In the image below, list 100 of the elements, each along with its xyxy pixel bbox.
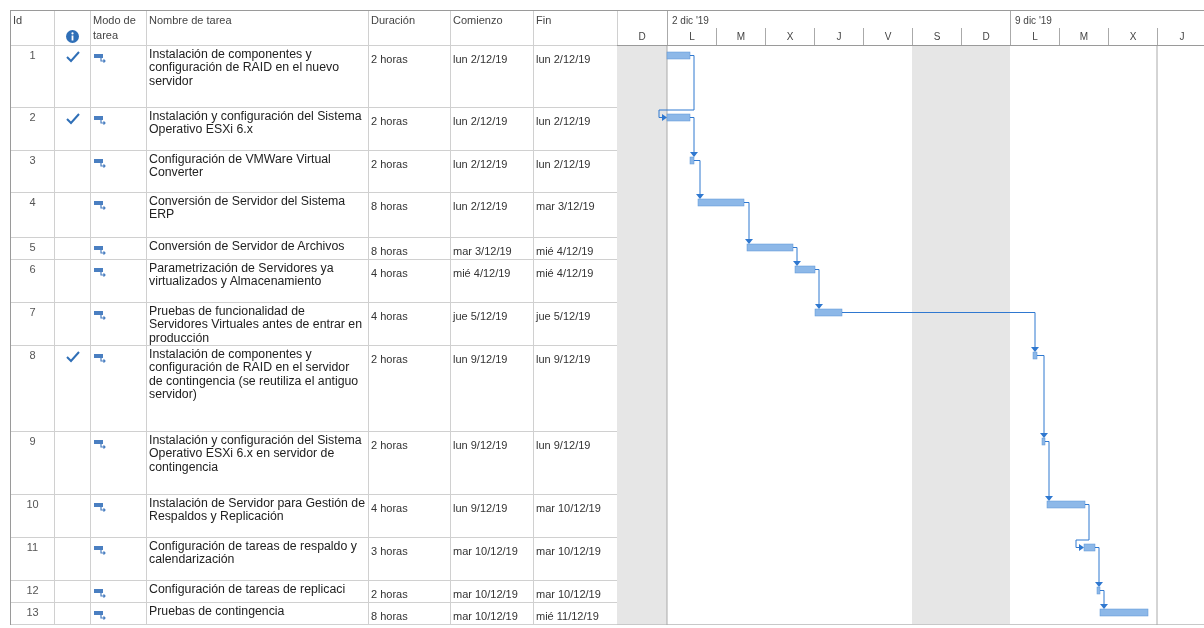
- row-id: 3: [28, 154, 37, 166]
- task-mode-icon: [94, 546, 107, 555]
- dependency-arrow: [1094, 547, 1103, 587]
- column-header[interactable]: Nombre de tarea: [149, 13, 232, 28]
- end-date-cell: lun 9/12/19: [536, 353, 591, 365]
- task-mode-icon: [94, 116, 107, 125]
- task-mode-icon: [94, 246, 107, 255]
- start-date-cell: lun 9/12/19: [453, 439, 508, 451]
- task-mode-icon: [94, 440, 107, 449]
- task-bar[interactable]: [746, 243, 794, 252]
- start-date-cell: lun 9/12/19: [453, 502, 508, 514]
- end-date-cell: jue 5/12/19: [536, 310, 591, 322]
- task-bar[interactable]: [689, 156, 695, 165]
- start-date-cell: lun 2/12/19: [453, 115, 508, 127]
- task-name: Configuración de VMWare Virtual Converter: [149, 153, 332, 180]
- day-label: L: [689, 31, 695, 42]
- task-bar[interactable]: [794, 265, 816, 274]
- end-date-cell: lun 2/12/19: [536, 115, 591, 127]
- day-label: S: [933, 31, 941, 42]
- end-date-cell: lun 2/12/19: [536, 158, 591, 170]
- task-bar[interactable]: [1099, 608, 1149, 617]
- end-date-cell: mar 10/12/19: [536, 502, 601, 514]
- day-label: J: [836, 31, 842, 42]
- duration-cell: 2 horas: [371, 588, 408, 600]
- start-date-cell: mié 4/12/19: [453, 267, 511, 279]
- duration-cell: 4 horas: [371, 267, 408, 279]
- start-date-cell: jue 5/12/19: [453, 310, 508, 322]
- row-id: 1: [28, 49, 37, 61]
- task-bar[interactable]: [1046, 500, 1086, 509]
- dependency-arrow: [1075, 504, 1090, 551]
- duration-cell: 2 horas: [371, 353, 408, 365]
- task-bar[interactable]: [1096, 586, 1101, 595]
- task-name: Instalación de componentes y configuración de RAID en el nuevo servidor: [149, 48, 341, 89]
- task-bar[interactable]: [697, 198, 745, 207]
- day-label: X: [786, 31, 794, 42]
- task-mode-icon: [94, 503, 107, 512]
- day-label: L: [1032, 31, 1038, 42]
- task-mode-icon: [94, 54, 107, 63]
- end-date-cell: mié 11/12/19: [536, 610, 599, 622]
- row-id: 2: [28, 111, 37, 123]
- task-bar[interactable]: [1083, 543, 1096, 552]
- task-mode-icon: [94, 589, 107, 598]
- task-name: Instalación y configuración del Sistema Operativo ESXi 6.x: [149, 110, 363, 137]
- day-label: D: [982, 31, 990, 42]
- dependency-arrow: [814, 269, 823, 309]
- task-name: Instalación de componentes y configuración de RAID en el servidor de contingencia (se reutiliza el antiguo servidor): [149, 348, 360, 402]
- day-label: X: [1129, 31, 1137, 42]
- task-mode-icon: [94, 311, 107, 320]
- duration-cell: 8 horas: [371, 200, 408, 212]
- end-date-cell: mar 10/12/19: [536, 545, 601, 557]
- task-bar[interactable]: [814, 308, 843, 317]
- start-date-cell: mar 3/12/19: [453, 245, 512, 257]
- duration-cell: 4 horas: [371, 310, 408, 322]
- info-icon: [66, 30, 79, 43]
- start-date-cell: lun 2/12/19: [453, 158, 508, 170]
- row-id: 7: [28, 306, 37, 318]
- column-header[interactable]: Fin: [536, 13, 552, 28]
- end-date-cell: mar 10/12/19: [536, 588, 601, 600]
- task-mode-icon: [94, 268, 107, 277]
- duration-cell: 4 horas: [371, 502, 408, 514]
- duration-cell: 2 horas: [371, 158, 408, 170]
- task-name: Configuración de tareas de respaldo y calendarización: [149, 540, 358, 567]
- task-name: Instalación de Servidor para Gestión de Respaldos y Replicación: [149, 497, 366, 524]
- task-bar[interactable]: [1041, 437, 1046, 446]
- duration-cell: 8 horas: [371, 610, 408, 622]
- start-date-cell: mar 10/12/19: [453, 545, 518, 557]
- task-bar[interactable]: [666, 113, 691, 122]
- row-id: 8: [28, 349, 37, 361]
- row-id: 13: [25, 606, 40, 618]
- start-date-cell: lun 2/12/19: [453, 53, 508, 65]
- dependency-arrow: [1044, 441, 1053, 501]
- task-name: Pruebas de funcionalidad de Servidores Virtuales antes de entrar en producción: [149, 305, 364, 345]
- task-bar[interactable]: [666, 51, 691, 60]
- day-label: M: [1079, 31, 1089, 42]
- task-bar[interactable]: [1032, 351, 1038, 360]
- task-name: Instalación y configuración del Sistema Operativo ESXi 6.x en servidor de contingencia: [149, 434, 363, 475]
- row-id: 9: [28, 435, 37, 447]
- dependency-arrow: [693, 160, 704, 199]
- week-label: 9 dic '19: [1015, 15, 1052, 26]
- start-date-cell: mar 10/12/19: [453, 588, 518, 600]
- column-header[interactable]: Duración: [371, 13, 416, 28]
- row-id: 11: [25, 541, 40, 553]
- day-label: J: [1179, 31, 1185, 42]
- column-header[interactable]: Id: [13, 13, 23, 28]
- column-header[interactable]: Modo de tarea: [93, 13, 144, 43]
- day-label: M: [736, 31, 746, 42]
- end-date-cell: lun 9/12/19: [536, 439, 591, 451]
- task-mode-icon: [94, 354, 107, 363]
- task-mode-icon: [94, 201, 107, 210]
- duration-cell: 2 horas: [371, 439, 408, 451]
- row-id: 6: [28, 263, 37, 275]
- row-id: 5: [28, 241, 37, 253]
- task-name: Configuración de tareas de replicaci: [149, 583, 347, 597]
- task-mode-icon: [94, 159, 107, 168]
- row-id: 10: [25, 498, 40, 510]
- column-header[interactable]: Comienzo: [453, 13, 503, 28]
- task-name: Parametrización de Servidores ya virtualizados y Almacenamiento: [149, 262, 335, 289]
- end-date-cell: mar 3/12/19: [536, 200, 595, 212]
- task-name: Conversión de Servidor del Sistema ERP: [149, 195, 347, 222]
- duration-cell: 8 horas: [371, 245, 408, 257]
